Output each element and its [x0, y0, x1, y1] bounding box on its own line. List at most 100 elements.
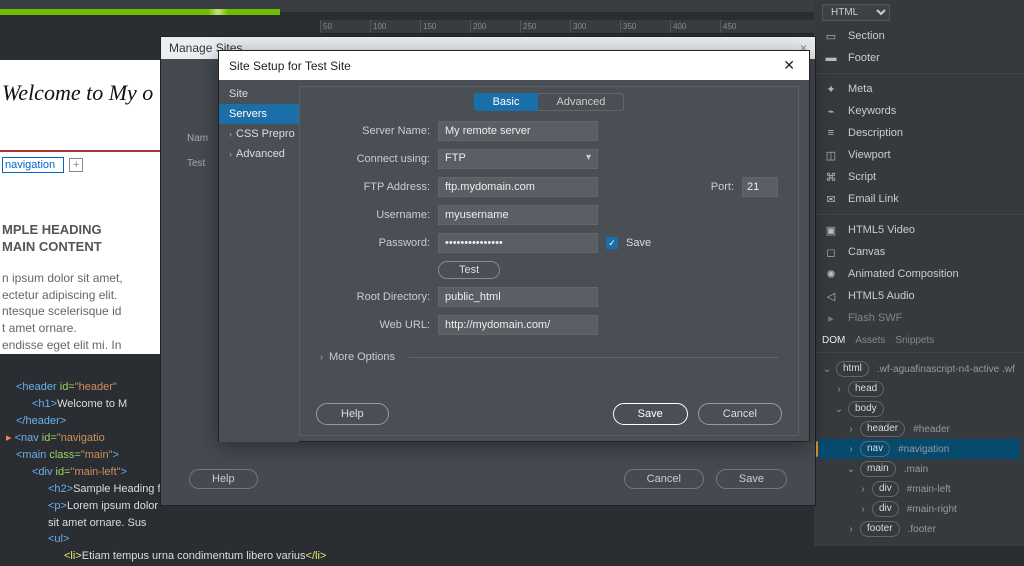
- caret-icon: ⌄: [846, 464, 856, 475]
- meta-icon: ✦: [824, 83, 838, 95]
- sample-heading-1: MPLE HEADING: [2, 222, 158, 239]
- help-button[interactable]: Help: [189, 469, 258, 489]
- footer-icon: ▬: [824, 52, 838, 64]
- sidebar-item-site[interactable]: Site: [219, 84, 299, 104]
- more-options-toggle[interactable]: › More Options: [300, 343, 798, 363]
- dom-row-main[interactable]: ⌄ main .main: [818, 459, 1020, 479]
- flash-icon: ▸: [824, 312, 838, 324]
- caret-icon: ⌄: [822, 364, 832, 375]
- server-form: Server Name: Connect using: FTP FTP Addr…: [300, 121, 798, 335]
- tab-basic[interactable]: Basic: [474, 93, 539, 111]
- tab-snippets[interactable]: Snippets: [895, 335, 934, 346]
- insert-animated[interactable]: ✺Animated Composition: [814, 263, 1024, 285]
- site-setup-footer: Help Save Cancel: [316, 403, 782, 425]
- server-tabs: Basic Advanced: [300, 87, 798, 121]
- insert-emaillink[interactable]: ✉Email Link: [814, 188, 1024, 210]
- dom-selector: .main: [904, 464, 928, 475]
- dom-row-div[interactable]: ›div#main-left: [818, 479, 1020, 499]
- insert-viewport[interactable]: ◫Viewport: [814, 144, 1024, 166]
- test-button[interactable]: Test: [438, 261, 500, 279]
- ftp-address-input[interactable]: [438, 177, 598, 197]
- label-ftp-address: FTP Address:: [320, 181, 430, 193]
- password-input[interactable]: [438, 233, 598, 253]
- insert-description[interactable]: ≡Description: [814, 122, 1024, 144]
- root-directory-input[interactable]: [438, 287, 598, 307]
- insert-category-select[interactable]: HTML: [822, 4, 890, 21]
- connect-using-select[interactable]: FTP: [438, 149, 598, 169]
- dom-selector: .wf-aguafinascript-n4-active .wf: [877, 364, 1015, 375]
- nav-toolbar: navigation +: [0, 150, 160, 178]
- nav-select[interactable]: navigation: [2, 157, 64, 173]
- chevron-right-icon: ›: [320, 352, 323, 362]
- save-password-checkbox[interactable]: ✓: [606, 237, 618, 249]
- dom-tag: head: [848, 381, 884, 397]
- viewport-icon: ◫: [824, 149, 838, 161]
- label-root: Root Directory:: [320, 291, 430, 303]
- anim-icon: ✺: [824, 268, 838, 280]
- dom-row-nav[interactable]: +›nav#navigation: [818, 439, 1020, 459]
- label-username: Username:: [320, 209, 430, 221]
- bottom-panel-tabs: DOM Assets Snippets: [814, 329, 1024, 353]
- site-setup-titlebar: Site Setup for Test Site ✕: [219, 51, 809, 80]
- dom-row-head[interactable]: ›head: [818, 379, 1020, 399]
- audio-icon: ◁: [824, 290, 838, 302]
- dom-row-header[interactable]: ›header#header: [818, 419, 1020, 439]
- dom-selector: #main-left: [907, 484, 951, 495]
- insert-panel-header: HTML: [814, 0, 1024, 25]
- insert-keywords[interactable]: ⌁Keywords: [814, 100, 1024, 122]
- email-icon: ✉: [824, 193, 838, 205]
- canvas-icon: ◻: [824, 246, 838, 258]
- save-button[interactable]: Save: [716, 469, 787, 489]
- port-input[interactable]: [742, 177, 778, 197]
- username-input[interactable]: [438, 205, 598, 225]
- label-server-name: Server Name:: [320, 125, 430, 137]
- right-panel: HTML ▭Section ▬Footer ✦Meta ⌁Keywords ≡D…: [814, 0, 1024, 546]
- insert-canvas[interactable]: ◻Canvas: [814, 241, 1024, 263]
- dialog-title: Site Setup for Test Site: [229, 59, 351, 73]
- video-icon: ▣: [824, 224, 838, 236]
- add-icon[interactable]: +: [69, 158, 83, 172]
- help-button[interactable]: Help: [316, 403, 389, 425]
- dom-selector: #navigation: [898, 444, 949, 455]
- tab-assets[interactable]: Assets: [855, 335, 885, 346]
- dom-selector: #header: [913, 424, 950, 435]
- dom-row-html[interactable]: ⌄ html .wf-aguafinascript-n4-active .wf: [818, 359, 1020, 379]
- dom-tag: div: [872, 481, 899, 497]
- progress-bar: [0, 9, 280, 15]
- tab-dom[interactable]: DOM: [822, 335, 845, 346]
- dom-row-div[interactable]: ›div#main-right: [818, 499, 1020, 519]
- manage-sites-footer: Help Cancel Save: [161, 469, 815, 489]
- dom-tag: div: [872, 501, 899, 517]
- dom-row-footer[interactable]: ›footer.footer: [818, 519, 1020, 539]
- close-icon[interactable]: ✕: [779, 57, 799, 74]
- doc-body: MPLE HEADING MAIN CONTENT n ipsum dolor …: [0, 208, 160, 354]
- caret-icon: ›: [846, 444, 856, 455]
- dom-tag: footer: [860, 521, 900, 537]
- caret-icon: ⌄: [834, 404, 844, 415]
- sidebar-item-servers[interactable]: Servers: [219, 104, 299, 124]
- server-name-input[interactable]: [438, 121, 598, 141]
- hero-text: Welcome to My o: [0, 60, 160, 150]
- dom-tag: body: [848, 401, 884, 417]
- insert-html5audio[interactable]: ◁HTML5 Audio: [814, 285, 1024, 307]
- section-icon: ▭: [824, 30, 838, 42]
- site-setup-sidebar: Site Servers ›CSS Prepro ›Advanced: [219, 80, 299, 442]
- tab-advanced[interactable]: Advanced: [538, 93, 624, 111]
- dom-tag: header: [860, 421, 905, 437]
- insert-script[interactable]: ⌘Script: [814, 166, 1024, 188]
- cancel-button[interactable]: Cancel: [698, 403, 782, 425]
- insert-html5video[interactable]: ▣HTML5 Video: [814, 219, 1024, 241]
- label-port: Port:: [711, 181, 734, 193]
- save-button[interactable]: Save: [613, 403, 688, 425]
- insert-footer[interactable]: ▬Footer: [814, 47, 1024, 69]
- insert-section[interactable]: ▭Section: [814, 25, 1024, 47]
- cancel-button[interactable]: Cancel: [624, 469, 704, 489]
- sidebar-item-css[interactable]: ›CSS Prepro: [219, 124, 299, 144]
- dom-tag: html: [836, 361, 869, 377]
- dom-tag: main: [860, 461, 896, 477]
- insert-flash[interactable]: ▸Flash SWF: [814, 307, 1024, 329]
- sidebar-item-advanced[interactable]: ›Advanced: [219, 144, 299, 164]
- insert-meta[interactable]: ✦Meta: [814, 78, 1024, 100]
- dom-row-body[interactable]: ⌄ body: [818, 399, 1020, 419]
- web-url-input[interactable]: [438, 315, 598, 335]
